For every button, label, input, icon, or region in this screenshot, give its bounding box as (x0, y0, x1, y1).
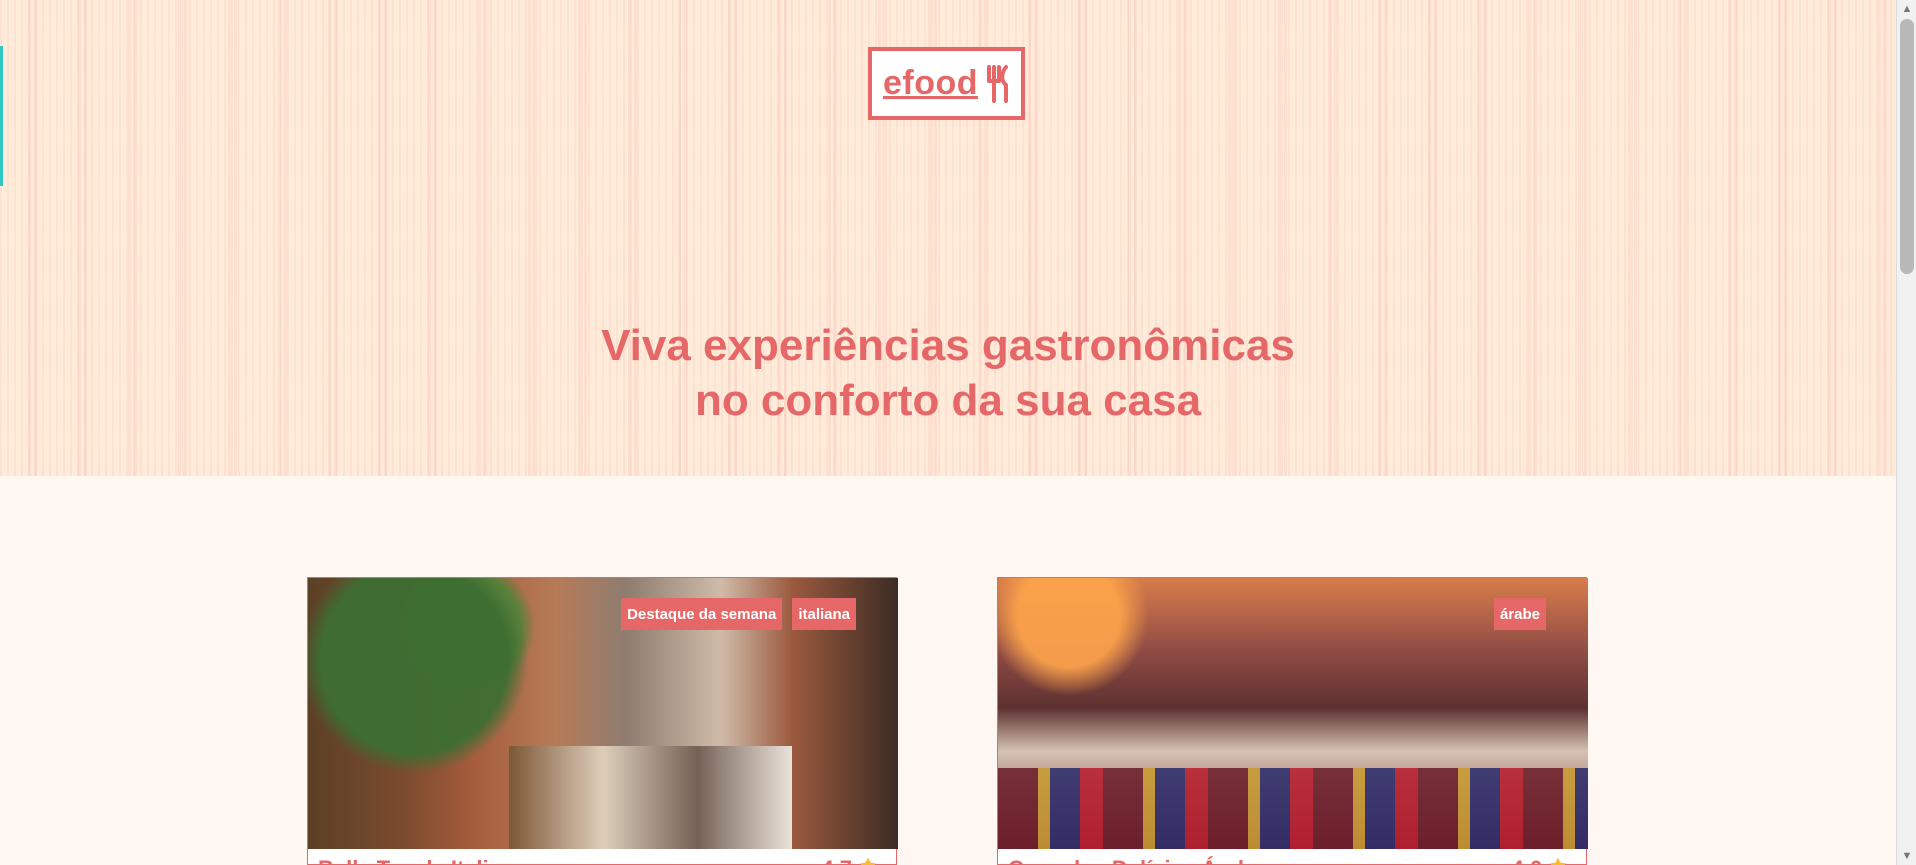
hero-headline-line-1: Viva experiências gastronômicas (601, 321, 1295, 370)
restaurant-name-arabe: Casa dos Delícias Árabes (1008, 856, 1276, 865)
hero-headline-line-2: no conforto da sua casa (694, 376, 1202, 425)
restaurant-card-bella-tavola[interactable]: Destaque da semana italiana Bella Tavola… (307, 577, 898, 865)
cuisine-tag: árabe (1493, 598, 1546, 630)
scrollbar-thumb[interactable] (1900, 19, 1914, 274)
cuisine-tag: italiana (792, 598, 856, 630)
restaurant-card-arabe[interactable]: árabe Casa dos Delícias Árabes 4.6 (997, 577, 1588, 865)
scroll-up-arrow-icon[interactable]: ▲ (1897, 0, 1916, 18)
vertical-scrollbar[interactable]: ▲ ▼ (1896, 0, 1916, 865)
featured-tag: Destaque da semana (621, 598, 783, 630)
efood-logo[interactable]: efood (868, 47, 1025, 120)
scroll-down-arrow-icon[interactable]: ▼ (1897, 847, 1916, 865)
restaurant-tags-arabe: árabe (1493, 598, 1546, 630)
restaurant-photo-detail (508, 746, 792, 849)
restaurant-rating-arabe: 4.6 (1511, 856, 1568, 865)
hero-banner: efood Viva experiências gastronômicas no… (0, 0, 1896, 476)
rating-value: 4.7 (821, 856, 852, 865)
restaurant-photo-detail (998, 767, 1588, 849)
star-icon (858, 856, 878, 865)
restaurant-rating-bella-tavola: 4.7 (821, 856, 878, 865)
rating-value: 4.6 (1511, 856, 1542, 865)
logo-text: efood (882, 64, 979, 102)
left-accent-strip (0, 46, 3, 186)
logo-content: efood (883, 63, 1010, 105)
star-icon (1548, 856, 1568, 865)
restaurant-name-bella-tavola: Bella Tavola Italiana (318, 856, 527, 865)
fork-knife-icon (984, 63, 1010, 105)
restaurant-tags-bella-tavola: Destaque da semana italiana (621, 598, 856, 630)
page: efood Viva experiências gastronômicas no… (0, 0, 1896, 865)
hero-headline: Viva experiências gastronômicas no confo… (0, 318, 1896, 428)
